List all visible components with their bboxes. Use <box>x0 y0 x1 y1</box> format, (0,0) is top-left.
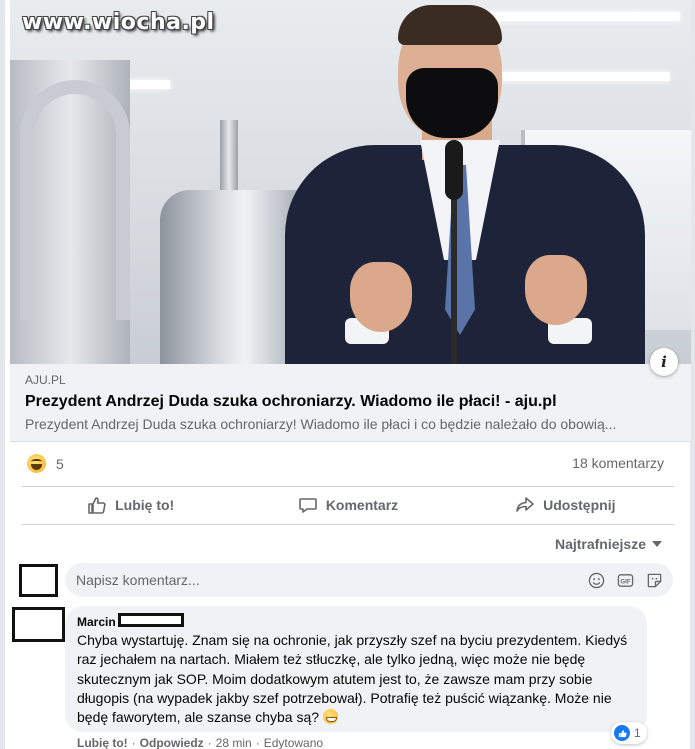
like-reaction-icon <box>614 725 630 741</box>
comment-like-badge[interactable]: 1 <box>611 722 647 744</box>
comment-count[interactable]: 18 komentarzy <box>572 455 664 471</box>
comment-edited[interactable]: Edytowano <box>264 736 323 749</box>
reactions-summary[interactable]: 5 <box>27 454 64 473</box>
ceiling-light <box>500 72 670 81</box>
comment-author[interactable]: Marcin <box>77 612 635 629</box>
share-icon <box>516 497 534 512</box>
link-description: Prezydent Andrzej Duda szuka ochroniarzy… <box>25 416 617 432</box>
left-hand <box>350 262 412 332</box>
link-preview[interactable]: AJU.PL Prezydent Andrzej Duda szuka ochr… <box>10 364 691 442</box>
info-icon[interactable]: i <box>650 348 678 376</box>
post-photo[interactable]: www.wiocha.pl <box>10 0 691 364</box>
comment-body: Chyba wystartuję. Znam się na ochronie, … <box>77 632 628 726</box>
like-label: Lubię to! <box>115 497 175 513</box>
right-hand <box>525 255 587 325</box>
haha-reaction-icon <box>27 454 46 473</box>
reaction-count: 5 <box>56 455 64 472</box>
comment-like-link[interactable]: Lubię to! <box>77 736 128 749</box>
microphone <box>445 140 463 200</box>
grinning-emoji-icon <box>322 709 338 725</box>
share-label: Udostępnij <box>543 497 616 513</box>
emoji-icon[interactable] <box>587 571 605 589</box>
comment-input-tools: GIF <box>587 571 663 589</box>
like-button[interactable]: Lubię to! <box>22 486 239 524</box>
sticker-icon[interactable] <box>645 571 663 589</box>
divider <box>22 524 674 525</box>
comment-input[interactable] <box>65 563 565 597</box>
comment-reply-link[interactable]: Odpowiedz <box>140 736 204 749</box>
facebook-post-card: www.wiocha.pl i AJU.PL Prezydent Andrzej… <box>0 0 695 749</box>
ceiling-light <box>480 12 680 21</box>
avatar[interactable] <box>19 564 58 597</box>
comment-bubble: Marcin Chyba wystartuję. Znam się na och… <box>65 606 647 732</box>
thumbs-up-icon <box>88 497 106 514</box>
meta-separator: · <box>131 736 136 749</box>
comment-icon <box>299 498 317 513</box>
svg-text:GIF: GIF <box>620 578 630 585</box>
comment-author-name: Marcin <box>77 614 116 629</box>
watermark: www.wiocha.pl <box>22 10 215 35</box>
redacted-surname <box>117 612 184 627</box>
background-arch <box>20 80 130 320</box>
link-title[interactable]: Prezydent Andrzej Duda szuka ochroniarzy… <box>25 393 557 411</box>
comment-input-box[interactable]: GIF <box>65 563 673 597</box>
background-pipe <box>220 120 238 200</box>
person-hair <box>398 5 502 45</box>
comment-like-count: 1 <box>634 726 641 740</box>
comment-meta: Lubię to! · Odpowiedz · 28 min · Edytowa… <box>77 736 323 749</box>
share-button[interactable]: Udostępnij <box>457 486 674 524</box>
link-domain: AJU.PL <box>25 373 66 387</box>
meta-separator: · <box>255 736 260 749</box>
gif-icon[interactable]: GIF <box>616 571 634 589</box>
microphone-stand <box>451 190 457 364</box>
meta-separator: · <box>207 736 212 749</box>
comment-text: Chyba wystartuję. Znam się na ochronie, … <box>77 631 635 727</box>
chevron-down-icon <box>652 541 662 547</box>
person-mask <box>406 68 498 138</box>
sort-label: Najtrafniejsze <box>554 536 646 552</box>
comment-sort-dropdown[interactable]: Najtrafniejsze <box>555 536 662 552</box>
comment-author-avatar[interactable] <box>12 607 65 642</box>
comment-label: Komentarz <box>325 497 399 513</box>
post-actions: Lubię to! Komentarz Udostępnij <box>22 486 674 524</box>
comment-button[interactable]: Komentarz <box>239 486 456 524</box>
comment-time[interactable]: 28 min <box>216 736 252 749</box>
